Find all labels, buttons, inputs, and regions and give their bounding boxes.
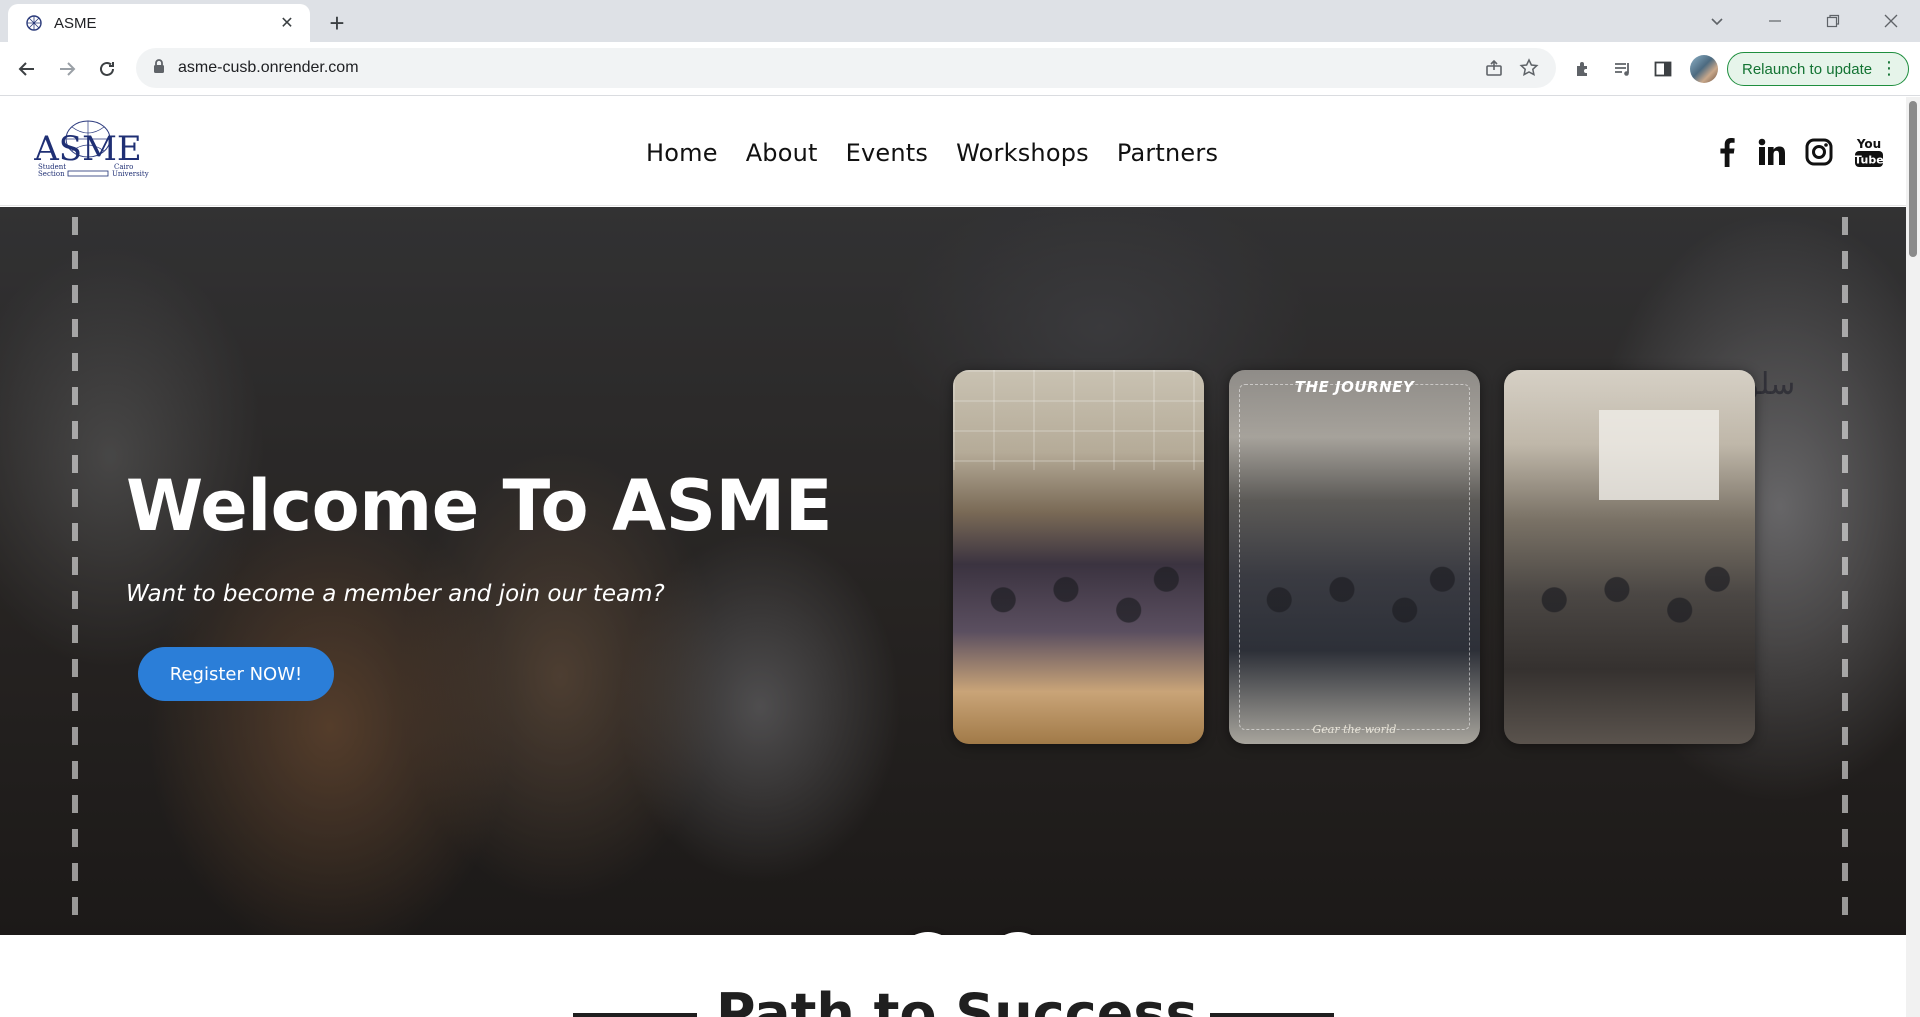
youtube-icon[interactable]: You Tube — [1852, 135, 1886, 169]
close-window-button[interactable] — [1868, 4, 1914, 38]
bookmark-star-icon[interactable] — [1517, 56, 1541, 80]
hero-left-border — [72, 217, 78, 927]
nav-home[interactable]: Home — [646, 139, 718, 167]
card-1-ceiling — [953, 370, 1204, 470]
hero-banner: سلوك Welcome To ASME Want to become a me… — [0, 207, 1906, 935]
card-2-group — [1229, 538, 1480, 744]
url-text: asme-cusb.onrender.com — [178, 59, 359, 76]
asme-logo[interactable]: ASME Student Section Cairo University — [24, 117, 152, 183]
nav-workshops[interactable]: Workshops — [956, 139, 1089, 167]
youtube-text-top: You — [1856, 137, 1881, 151]
gallery-card-1[interactable] — [953, 370, 1204, 744]
media-icon[interactable] — [1611, 57, 1635, 81]
asme-favicon-icon — [24, 13, 44, 33]
hero-title: Welcome To ASME — [126, 465, 833, 547]
nav-events[interactable]: Events — [846, 139, 928, 167]
relaunch-update-button[interactable]: Relaunch to update ⋮ — [1727, 52, 1909, 86]
forward-icon[interactable] — [50, 52, 84, 86]
new-tab-button[interactable]: + — [322, 8, 352, 38]
reload-icon[interactable] — [90, 52, 124, 86]
browser-tabstrip: ASME ✕ + — [0, 0, 1920, 42]
heading-line-left — [573, 1013, 697, 1017]
logo-right-line2: University — [112, 170, 149, 178]
lock-icon[interactable] — [152, 58, 166, 79]
hero-content: Welcome To ASME Want to become a member … — [126, 465, 833, 701]
card-2-caption: THE JOURNEY — [1294, 378, 1415, 396]
main-nav: Home About Events Workshops Partners — [646, 139, 1246, 167]
instagram-icon[interactable] — [1802, 135, 1836, 169]
extensions-icon[interactable] — [1571, 57, 1595, 81]
linkedin-icon[interactable] — [1755, 135, 1789, 169]
minimize-button[interactable] — [1752, 4, 1798, 38]
close-tab-icon[interactable]: ✕ — [276, 12, 298, 34]
nav-about[interactable]: About — [746, 139, 818, 167]
page-viewport: ASME Student Section Cairo University Ho… — [0, 97, 1920, 1017]
menu-dots-icon[interactable]: ⋮ — [1880, 59, 1898, 77]
carousel-next-button[interactable] — [987, 932, 1049, 935]
tab-search-icon[interactable] — [1694, 4, 1740, 38]
card-2-footer: Gear the world — [1312, 723, 1397, 736]
site-header: ASME Student Section Cairo University Ho… — [0, 97, 1906, 206]
logo-left-line2: Section — [38, 170, 65, 178]
share-icon[interactable] — [1482, 56, 1506, 80]
browser-tab[interactable]: ASME ✕ — [8, 4, 310, 42]
heading-line-right — [1210, 1013, 1334, 1017]
address-bar[interactable]: asme-cusb.onrender.com — [136, 48, 1556, 88]
register-button[interactable]: Register NOW! — [138, 647, 334, 701]
section-heading: Path to Success — [716, 982, 1198, 1017]
nav-partners[interactable]: Partners — [1117, 139, 1218, 167]
restore-button[interactable] — [1810, 4, 1856, 38]
facebook-icon[interactable] — [1710, 135, 1744, 169]
youtube-text-bottom: Tube — [1854, 154, 1883, 167]
back-icon[interactable] — [10, 52, 44, 86]
tab-title: ASME — [54, 14, 97, 32]
hero-right-border — [1842, 217, 1848, 927]
card-1-group — [953, 538, 1204, 744]
card-3-window — [1599, 410, 1719, 500]
profile-avatar[interactable] — [1690, 55, 1718, 83]
page-scrollbar[interactable] — [1906, 97, 1920, 1017]
scroll-thumb[interactable] — [1909, 101, 1917, 257]
relaunch-label: Relaunch to update — [1742, 60, 1873, 78]
carousel-prev-button[interactable] — [897, 932, 959, 935]
card-3-group — [1504, 538, 1755, 744]
gallery-card-2[interactable]: THE JOURNEY Gear the world — [1229, 370, 1480, 744]
side-panel-icon[interactable] — [1651, 57, 1675, 81]
hero-subtitle: Want to become a member and join our tea… — [126, 581, 665, 607]
gallery-card-3[interactable] — [1504, 370, 1755, 744]
browser-toolbar: asme-cusb.onrender.com Relaunch to updat… — [0, 42, 1920, 96]
